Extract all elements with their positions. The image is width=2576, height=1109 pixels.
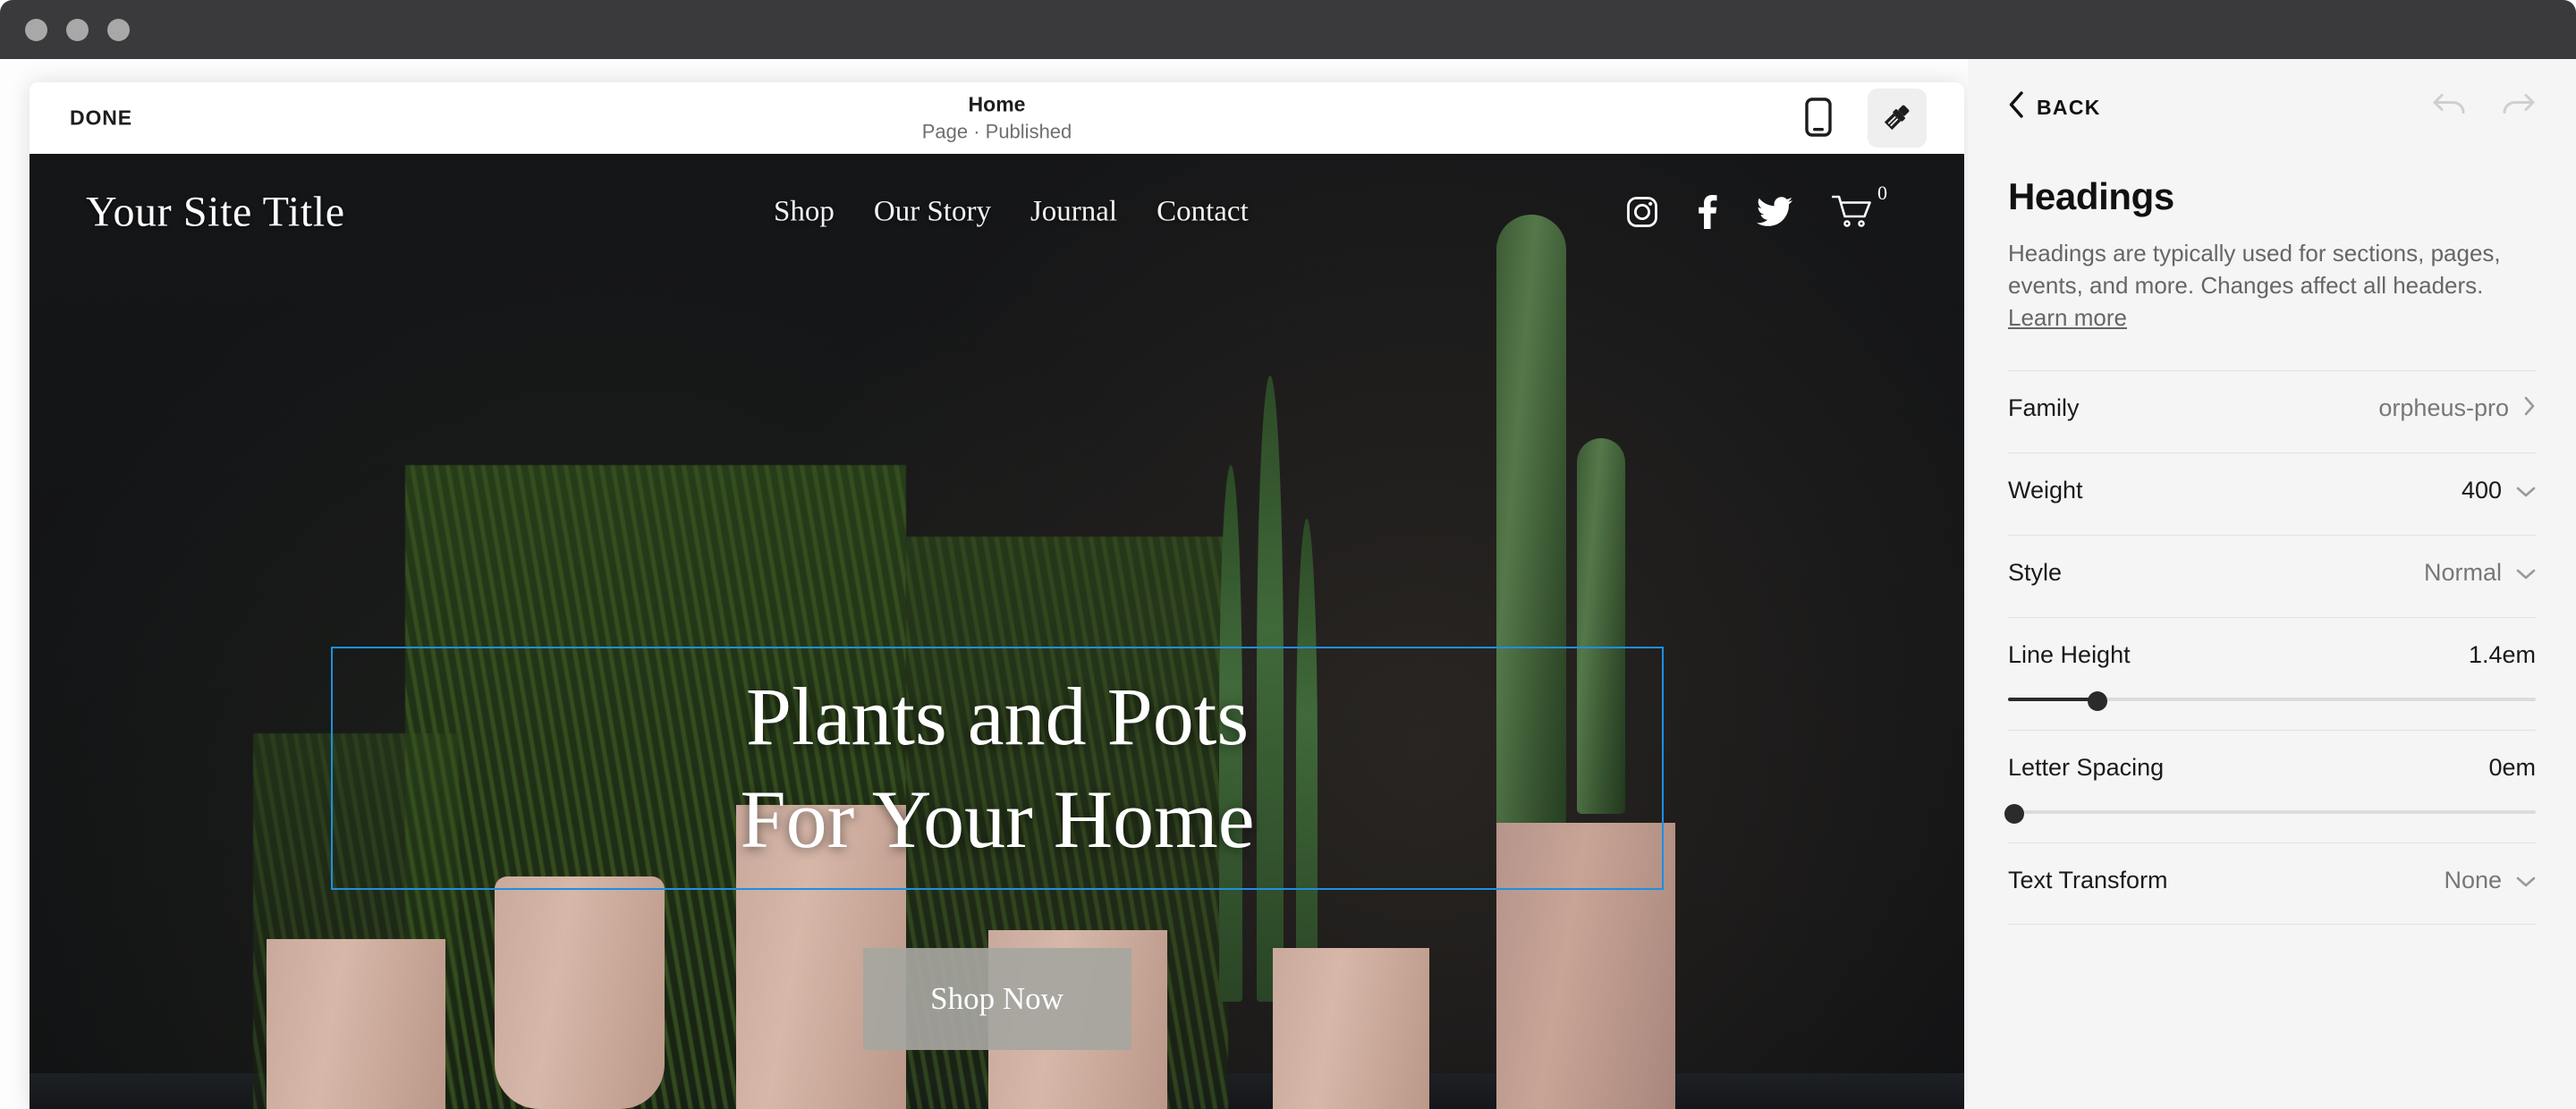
workspace: DONE Home Page · Published Your Site Tit…	[0, 59, 2576, 1109]
site-nav-icons: 0	[1626, 182, 1887, 230]
site-title[interactable]: Your Site Title	[86, 188, 345, 237]
panel-description: Headings are typically used for sections…	[2008, 238, 2509, 334]
letter-spacing-slider-track	[2008, 809, 2536, 814]
setting-value-weight-text: 400	[2461, 476, 2502, 504]
style-settings-panel: BACK Headings Headings are typically use…	[1968, 59, 2576, 1109]
line-height-slider[interactable]	[2008, 690, 2536, 711]
hero-headline-line-2: For Your Home	[740, 774, 1255, 865]
nav-link-our-story[interactable]: Our Story	[874, 196, 991, 229]
shopping-cart-icon	[1832, 194, 1873, 230]
panel-title: Headings	[2008, 175, 2174, 217]
setting-label-style: Style	[2008, 558, 2063, 586]
cart-button[interactable]: 0	[1832, 182, 1887, 230]
setting-label-weight: Weight	[2008, 476, 2083, 504]
app-root: DONE Home Page · Published Your Site Tit…	[0, 0, 2576, 1109]
chevron-down-icon	[2516, 867, 2536, 894]
setting-value-letter-spacing: 0em	[2488, 753, 2536, 781]
undo-arrow-icon	[2431, 92, 2469, 123]
site-hero-section: Your Site Title Shop Our Story Journal C…	[30, 154, 1964, 1109]
twitter-icon[interactable]	[1757, 197, 1792, 227]
setting-row-style[interactable]: Style Normal	[2008, 534, 2536, 617]
hero-pot-cactus-square	[267, 939, 445, 1109]
setting-row-line-height[interactable]: Line Height 1.4em	[2008, 616, 2536, 730]
maximize-window-button[interactable]	[107, 18, 130, 41]
site-preview-card: DONE Home Page · Published Your Site Tit…	[30, 82, 1964, 1109]
editor-toolbar: DONE Home Page · Published	[30, 82, 1964, 154]
setting-value-style[interactable]: Normal	[2424, 559, 2536, 587]
setting-value-style-text: Normal	[2423, 558, 2502, 586]
site-navigation: Your Site Title Shop Our Story Journal C…	[30, 154, 1964, 270]
chevron-down-icon	[2516, 477, 2536, 504]
setting-value-text-transform[interactable]: None	[2444, 867, 2536, 894]
page-meta: Home Page · Published	[922, 92, 1072, 145]
hero-pot-hanging	[495, 876, 665, 1109]
window-titlebar	[0, 0, 2576, 59]
setting-label-text-transform: Text Transform	[2008, 866, 2168, 893]
setting-value-weight[interactable]: 400	[2462, 477, 2536, 504]
setting-label-letter-spacing: Letter Spacing	[2008, 753, 2165, 781]
setting-row-letter-spacing[interactable]: Letter Spacing 0em	[2004, 729, 2536, 842]
instagram-icon[interactable]	[1626, 196, 1658, 228]
style-editor-button[interactable]	[1868, 89, 1927, 148]
chevron-right-icon	[2523, 394, 2536, 422]
redo-arrow-icon	[2499, 92, 2537, 123]
line-height-slider-fill	[2008, 697, 2098, 701]
setting-label-line-height: Line Height	[2008, 640, 2131, 668]
hero-headline[interactable]: Plants and Pots For Your Home	[331, 647, 1664, 890]
minimize-window-button[interactable]	[66, 18, 89, 41]
back-button[interactable]: BACK	[2008, 91, 2101, 123]
cart-item-count: 0	[1877, 182, 1887, 204]
panel-header: BACK	[1968, 59, 2576, 156]
undo-button[interactable]	[2431, 92, 2469, 123]
mobile-view-button[interactable]	[1789, 89, 1848, 148]
letter-spacing-slider-thumb[interactable]	[2004, 803, 2025, 824]
shop-now-button[interactable]: Shop Now	[862, 948, 1131, 1050]
history-actions	[2431, 92, 2537, 123]
site-nav-links: Shop Our Story Journal Contact	[774, 196, 1249, 229]
learn-more-link[interactable]: Learn more	[2008, 304, 2127, 331]
facebook-icon[interactable]	[1698, 195, 1717, 229]
setting-row-text-transform[interactable]: Text Transform None	[2008, 842, 2536, 925]
panel-description-text: Headings are typically used for sections…	[2008, 240, 2501, 299]
nav-link-journal[interactable]: Journal	[1030, 196, 1117, 229]
hero-pot-mid-right	[1273, 948, 1429, 1109]
page-status: Page · Published	[921, 120, 1072, 143]
back-button-label: BACK	[2037, 95, 2101, 119]
paintbrush-icon	[1879, 99, 1915, 138]
setting-value-family-text: orpheus-pro	[2378, 394, 2509, 421]
close-window-button[interactable]	[25, 18, 47, 41]
setting-value-family[interactable]: orpheus-pro	[2378, 394, 2536, 422]
settings-rows: Family orpheus-pro Weight 400 Style Norm…	[2004, 369, 2536, 925]
line-height-slider-thumb[interactable]	[2088, 690, 2108, 711]
setting-label-family: Family	[2008, 394, 2080, 421]
setting-value-text-transform-text: None	[2444, 866, 2502, 893]
chevron-left-icon	[2008, 91, 2024, 123]
letter-spacing-slider[interactable]	[2004, 803, 2536, 824]
redo-button[interactable]	[2499, 92, 2537, 123]
done-button[interactable]: DONE	[70, 106, 132, 131]
setting-value-line-height: 1.4em	[2468, 640, 2536, 668]
hero-headline-line-1: Plants and Pots	[745, 671, 1250, 762]
nav-link-contact[interactable]: Contact	[1157, 196, 1249, 229]
mobile-device-icon	[1805, 97, 1832, 140]
window-traffic-lights	[25, 0, 130, 59]
toolbar-right-actions	[1789, 89, 1927, 148]
setting-row-weight[interactable]: Weight 400	[2008, 452, 2536, 535]
nav-link-shop[interactable]: Shop	[774, 196, 835, 229]
page-title: Home	[968, 92, 1026, 116]
setting-row-family[interactable]: Family orpheus-pro	[2008, 369, 2536, 453]
chevron-down-icon	[2516, 559, 2536, 587]
